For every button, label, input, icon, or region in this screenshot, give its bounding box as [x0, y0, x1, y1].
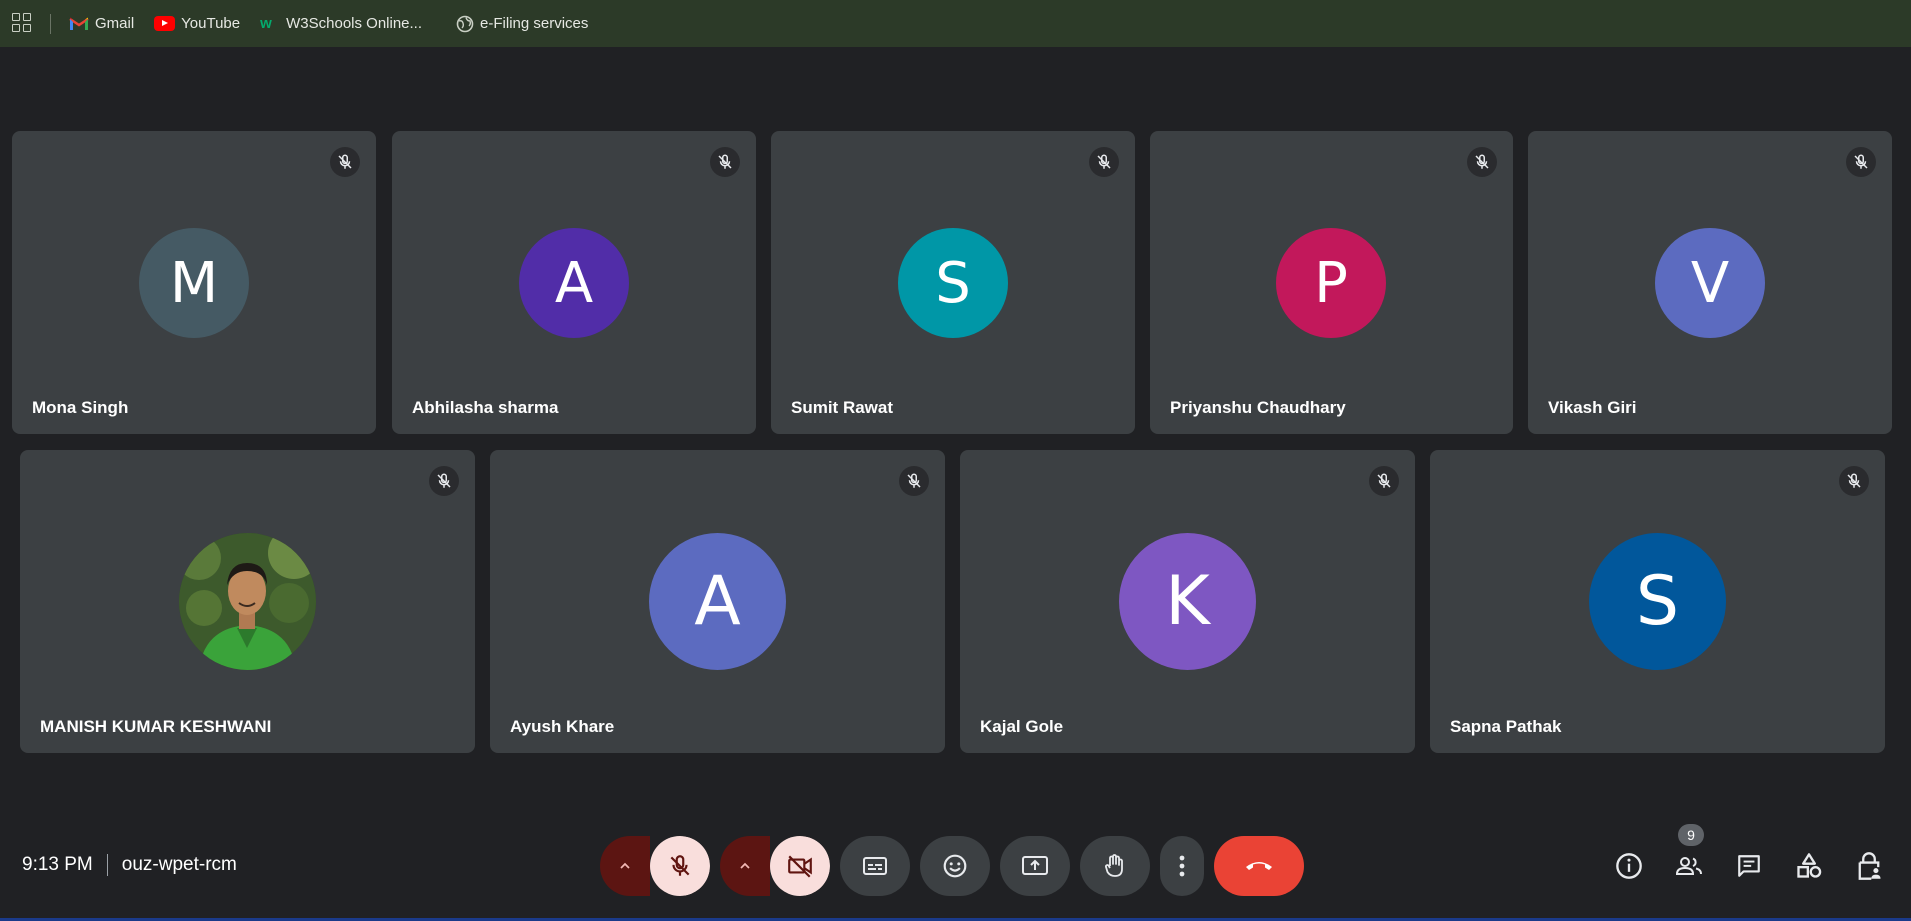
people-icon — [1675, 857, 1702, 875]
participant-name: Abhilasha sharma — [412, 398, 559, 417]
raise-hand-button[interactable] — [1080, 836, 1150, 896]
participant-tile[interactable]: V Vikash Giri — [1528, 131, 1892, 434]
bookmark-youtube[interactable]: YouTube — [154, 15, 240, 32]
mic-off-icon — [1089, 147, 1119, 177]
participant-tile[interactable]: K Kajal Gole — [960, 450, 1415, 753]
closed-captions-icon — [863, 857, 887, 875]
mic-off-icon — [1467, 147, 1497, 177]
avatar: A — [519, 228, 629, 338]
chevron-up-icon — [620, 862, 630, 869]
bookmark-label: W3Schools Online... — [286, 15, 423, 32]
meeting-info: 9:13 PM ouz-wpet-rcm — [22, 854, 237, 876]
activities-button[interactable] — [1791, 848, 1827, 884]
bookmark-w3schools[interactable]: w W3Schools Online... — [260, 15, 422, 32]
participant-name: Kajal Gole — [980, 717, 1064, 736]
bookmark-label: e-Filing services — [480, 15, 589, 32]
avatar: K — [1119, 533, 1256, 670]
lock-person-icon — [1858, 852, 1881, 880]
mic-off-icon — [1839, 466, 1869, 496]
participant-name: Sapna Pathak — [1450, 717, 1562, 736]
right-toolbar: 9 — [1587, 824, 1887, 884]
captions-button[interactable] — [840, 836, 910, 896]
participant-tile[interactable]: S Sapna Pathak — [1430, 450, 1885, 753]
microphone-toggle-button[interactable] — [650, 836, 710, 896]
present-screen-icon — [1022, 856, 1048, 875]
avatar: M — [139, 228, 249, 338]
bookmarks-divider — [50, 13, 51, 34]
apps-grid-icon[interactable] — [12, 12, 34, 35]
avatar: S — [898, 228, 1008, 338]
meeting-code: ouz-wpet-rcm — [121, 854, 237, 875]
camera-control — [720, 836, 830, 896]
hand-icon — [1105, 854, 1123, 877]
activities-icon — [1797, 853, 1822, 878]
present-screen-button[interactable] — [1000, 836, 1070, 896]
info-icon — [1616, 853, 1642, 879]
camera-toggle-button[interactable] — [770, 836, 830, 896]
participant-name: Priyanshu Chaudhary — [1170, 398, 1346, 417]
meeting-details-button[interactable] — [1611, 848, 1647, 884]
bookmark-label: YouTube — [181, 15, 241, 32]
participant-tile[interactable]: A Ayush Khare — [490, 450, 945, 753]
avatar-photo — [179, 533, 316, 670]
people-button[interactable]: 9 — [1671, 824, 1707, 884]
avatar: S — [1589, 533, 1726, 670]
avatar: V — [1655, 228, 1765, 338]
participant-tile[interactable]: P Priyanshu Chaudhary — [1150, 131, 1513, 434]
participant-tile[interactable]: S Sumit Rawat — [771, 131, 1135, 434]
meeting-time: 9:13 PM — [22, 854, 93, 875]
video-off-icon — [788, 855, 812, 878]
chat-button[interactable] — [1731, 848, 1767, 884]
microphone-control — [600, 836, 710, 896]
mic-off-icon — [429, 466, 459, 496]
mic-off-icon — [899, 466, 929, 496]
bookmark-efiling[interactable]: e-Filing services — [456, 15, 588, 33]
call-controls — [600, 836, 1304, 896]
leave-call-button[interactable] — [1214, 836, 1304, 896]
bookmark-gmail[interactable]: Gmail — [69, 15, 134, 32]
participant-name: Ayush Khare — [510, 717, 615, 736]
participant-name: Mona Singh — [32, 398, 129, 417]
call-end-icon — [1246, 862, 1272, 870]
mic-off-icon — [710, 147, 740, 177]
video-options-button[interactable] — [720, 836, 770, 896]
mic-off-icon — [330, 147, 360, 177]
audio-options-button[interactable] — [600, 836, 650, 896]
globe-icon — [456, 15, 474, 32]
participant-tile[interactable]: M Mona Singh — [12, 131, 376, 434]
participant-name: Vikash Giri — [1548, 398, 1637, 417]
profile-photo-icon — [179, 533, 316, 670]
more-options-button[interactable] — [1160, 836, 1204, 896]
more-vert-icon — [1179, 855, 1185, 877]
emoji-icon — [943, 854, 967, 878]
participant-name: Sumit Rawat — [791, 398, 894, 417]
mic-off-icon — [1846, 147, 1876, 177]
bookmark-label: Gmail — [95, 15, 135, 32]
people-count-badge: 9 — [1678, 824, 1704, 846]
host-controls-button[interactable] — [1851, 848, 1887, 884]
participant-name: MANISH KUMAR KESHWANI — [40, 717, 272, 736]
mic-off-icon — [1369, 466, 1399, 496]
chat-icon — [1738, 855, 1760, 877]
chevron-up-icon — [740, 862, 750, 869]
bookmarks-bar: Gmail YouTube w W3Schools Online... e-Fi… — [0, 0, 1911, 47]
w3schools-icon: w — [260, 15, 272, 32]
gmail-icon — [69, 17, 89, 30]
participant-tile[interactable]: A Abhilasha sharma — [392, 131, 756, 434]
meeting-info-divider — [106, 854, 108, 876]
avatar: P — [1276, 228, 1386, 338]
participant-tile[interactable]: MANISH KUMAR KESHWANI — [20, 450, 475, 753]
avatar: A — [649, 533, 786, 670]
reactions-button[interactable] — [920, 836, 990, 896]
youtube-icon — [154, 16, 176, 31]
mic-off-icon — [670, 855, 690, 876]
